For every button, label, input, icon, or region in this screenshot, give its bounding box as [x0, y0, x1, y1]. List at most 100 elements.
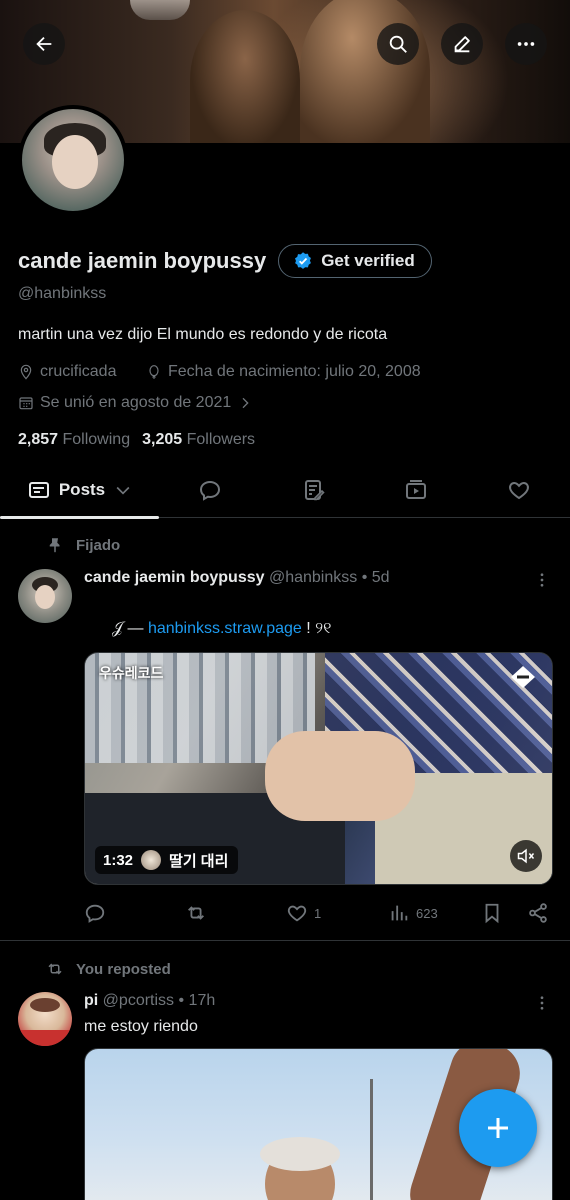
followers-count: 3,205	[142, 431, 183, 448]
back-arrow-icon	[36, 36, 52, 52]
video-duration: 1:32	[103, 851, 134, 869]
get-verified-button[interactable]: Get verified	[278, 244, 432, 278]
speaker-muted-icon	[517, 848, 535, 864]
following-link[interactable]: 2,857 Following	[18, 431, 130, 449]
tab-likes[interactable]	[489, 462, 549, 518]
search-icon	[389, 35, 407, 53]
image-hair	[260, 1137, 340, 1171]
video-title-overlay: 우슈레코드	[99, 665, 164, 681]
bookmark-icon	[485, 903, 499, 924]
calendar-icon	[19, 397, 33, 410]
edit-icon	[454, 36, 470, 53]
profile-handle: @hanbinkss	[18, 285, 107, 302]
bookmark-button[interactable]	[481, 898, 503, 928]
search-button[interactable]	[377, 23, 419, 65]
repost-button[interactable]	[185, 898, 207, 928]
display-name: cande jaemin boypussy	[18, 248, 267, 273]
post-time[interactable]: • 17h	[179, 992, 216, 1009]
heart-icon	[509, 481, 529, 500]
balloon-icon	[149, 365, 159, 379]
compose-button[interactable]	[459, 1089, 537, 1167]
pin-icon	[49, 538, 60, 553]
location-text: crucificada	[40, 363, 117, 380]
repost-icon	[188, 906, 204, 920]
following-label: Following	[62, 431, 131, 448]
video-badge: 1:32 딸기 대리	[95, 846, 239, 874]
heart-icon	[287, 905, 307, 922]
post-text: me estoy riendo	[84, 1018, 198, 1035]
post-author[interactable]: cande jaemin boypussy	[84, 569, 265, 586]
post-text: 𝒥 — hanbinkss.straw.page ! ୨୧	[112, 620, 331, 638]
post-avatar[interactable]	[18, 992, 72, 1046]
tab-media[interactable]	[386, 462, 446, 518]
image-pole	[370, 1079, 373, 1200]
get-verified-label: Get verified	[321, 251, 415, 270]
reply-bubble-icon	[199, 480, 221, 501]
repost-icon	[48, 963, 62, 975]
reply-button[interactable]	[84, 898, 106, 928]
followers-label: Followers	[186, 431, 256, 448]
views-button[interactable]: 623	[388, 898, 438, 928]
like-button[interactable]: 1	[286, 898, 321, 928]
post-link[interactable]: hanbinkss.straw.page	[148, 620, 302, 637]
post-more-button[interactable]	[532, 570, 552, 590]
vertical-dots-icon	[540, 996, 544, 1010]
active-tab-indicator	[0, 516, 159, 519]
posts-tab-icon	[28, 482, 49, 498]
post-more-button[interactable]	[532, 993, 552, 1013]
banner-lamp	[130, 0, 190, 20]
post-actions: 1 623	[84, 898, 554, 928]
profile-bio: martin una vez dijo El mundo es redondo …	[18, 326, 388, 343]
repost-context: You reposted	[46, 960, 171, 978]
post-time[interactable]: • 5d	[362, 569, 390, 586]
article-icon	[305, 480, 325, 501]
pinned-context: Fijado	[46, 536, 120, 554]
birthdate-text: Fecha de nacimiento: julio 20, 2008	[168, 363, 421, 380]
edit-profile-button[interactable]	[441, 23, 483, 65]
video-hands	[265, 731, 415, 821]
avatar-face	[52, 135, 98, 189]
plus-icon	[488, 1118, 508, 1138]
back-button[interactable]	[23, 23, 65, 65]
more-icon	[517, 42, 535, 46]
profile-joined[interactable]: Se unió en agosto de 2021	[18, 394, 253, 412]
like-count: 1	[314, 905, 322, 921]
post-text-prefix: 𝒥 —	[112, 620, 148, 637]
tab-posts[interactable]: Posts	[0, 462, 160, 519]
channel-logo-icon	[511, 666, 535, 688]
following-count: 2,857	[18, 431, 59, 448]
profile-birthdate: Fecha de nacimiento: julio 20, 2008	[146, 363, 421, 381]
share-button[interactable]	[527, 898, 549, 928]
tab-articles[interactable]	[284, 462, 344, 518]
banner-figure-right	[300, 0, 430, 143]
mute-button[interactable]	[510, 840, 542, 872]
post-header: cande jaemin boypussy @hanbinkss • 5d	[84, 569, 390, 587]
post-divider	[0, 940, 570, 941]
profile-avatar[interactable]	[18, 105, 128, 215]
chevron-down-icon	[116, 486, 130, 495]
reply-icon	[85, 904, 105, 923]
more-button[interactable]	[505, 23, 547, 65]
profile-tabs: Posts	[0, 462, 570, 519]
followers-link[interactable]: 3,205 Followers	[142, 431, 255, 449]
post-handle[interactable]: @pcortiss	[103, 992, 174, 1009]
verified-badge-icon	[295, 252, 312, 269]
vertical-dots-icon	[540, 573, 544, 587]
media-icon	[406, 480, 426, 499]
avatar-hair	[30, 998, 60, 1012]
post-text-suffix: ! ୨୧	[301, 620, 332, 637]
pinned-label: Fijado	[76, 536, 121, 554]
post-author[interactable]: pi	[84, 992, 98, 1009]
post-header: pi @pcortiss • 17h	[84, 992, 215, 1010]
post-avatar[interactable]	[18, 569, 72, 623]
channel-avatar	[141, 850, 162, 870]
post-handle[interactable]: @hanbinkss	[269, 569, 357, 586]
profile-location: crucificada	[18, 363, 116, 381]
chevron-right-icon	[242, 397, 249, 409]
video-channel: 딸기 대리	[169, 852, 229, 870]
tab-replies[interactable]	[180, 462, 240, 518]
analytics-icon	[391, 905, 408, 921]
follow-counts: 2,857 Following 3,205 Followers	[18, 431, 255, 449]
view-count: 623	[416, 905, 438, 921]
post-video[interactable]: 우슈레코드 1:32 딸기 대리	[84, 652, 553, 885]
